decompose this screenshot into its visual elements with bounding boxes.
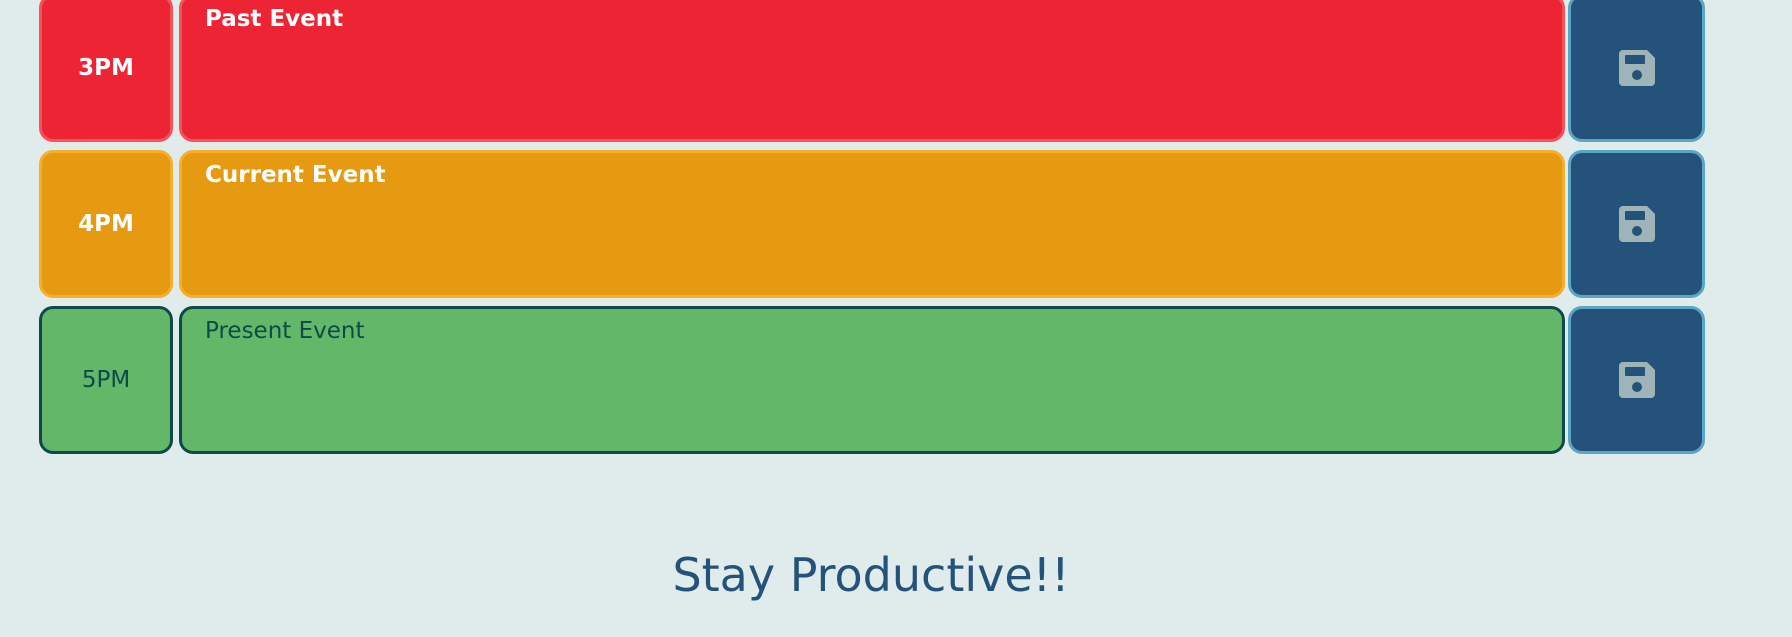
floppy-disk-icon: [1618, 206, 1655, 242]
event-description-input[interactable]: Past Event: [179, 0, 1565, 142]
save-button[interactable]: [1568, 306, 1705, 454]
timeblock-row-4pm: 4PM Current Event: [39, 150, 1705, 304]
timeblock-row-3pm: 3PM Past Event: [39, 0, 1705, 148]
save-button[interactable]: [1568, 0, 1705, 142]
timeblock-row-5pm: 5PM Present Event: [39, 306, 1705, 460]
event-description-input[interactable]: Present Event: [179, 306, 1565, 454]
floppy-disk-icon: [1618, 50, 1655, 86]
hour-label: 3PM: [39, 0, 173, 142]
hour-label: 5PM: [39, 306, 173, 454]
footer-tagline: Stay Productive!!: [672, 548, 1070, 602]
hour-label: 4PM: [39, 150, 173, 298]
event-description-input[interactable]: Current Event: [179, 150, 1565, 298]
save-button[interactable]: [1568, 150, 1705, 298]
floppy-disk-icon: [1618, 362, 1655, 398]
